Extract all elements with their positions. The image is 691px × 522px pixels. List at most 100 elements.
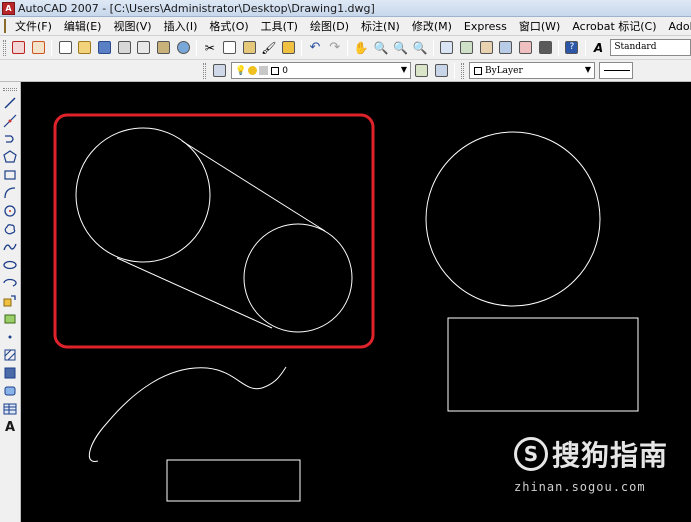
help-icon[interactable]: ? — [563, 39, 581, 57]
watermark-brand: 搜狗指南 — [552, 439, 669, 472]
text-style-icon[interactable]: A — [590, 39, 608, 57]
layers-toolbar: 💡 0 ▼ ByLayer ▼ — [0, 60, 691, 82]
chevron-down-icon: ▼ — [400, 65, 407, 74]
design-center-icon[interactable] — [458, 39, 476, 57]
menu-acrobat-markup[interactable]: Acrobat 标记(C) — [566, 18, 662, 34]
right-rectangle[interactable] — [447, 317, 639, 412]
zoom-previous-icon[interactable]: 🔍 — [411, 39, 429, 57]
gradient-tool-icon[interactable] — [2, 364, 18, 382]
plot-icon[interactable] — [174, 39, 192, 57]
print-preview-icon[interactable] — [135, 39, 153, 57]
pdf-email-icon[interactable] — [30, 39, 48, 57]
toolbar-grip[interactable] — [3, 88, 17, 91]
redo-icon[interactable]: ↷ — [326, 39, 344, 57]
point-tool-icon[interactable] — [2, 328, 18, 346]
layer-combo[interactable]: 💡 0 ▼ — [231, 62, 411, 79]
color-control-combo[interactable]: ByLayer ▼ — [469, 62, 595, 79]
menu-bar: 文件(F) 编辑(E) 视图(V) 插入(I) 格式(O) 工具(T) 绘图(D… — [0, 17, 691, 36]
make-object-layer-current-icon[interactable] — [412, 62, 430, 80]
calculator-icon[interactable] — [536, 39, 554, 57]
menu-edit[interactable]: 编辑(E) — [58, 18, 108, 34]
save-icon[interactable] — [96, 39, 114, 57]
upper-tangent-line[interactable] — [181, 140, 326, 232]
menu-format[interactable]: 格式(O) — [203, 18, 254, 34]
autocad-app-icon[interactable]: A — [2, 1, 15, 15]
pan-icon[interactable]: ✋ — [352, 39, 370, 57]
toolbar-separator — [584, 39, 586, 56]
large-pulley-circle[interactable] — [75, 127, 211, 263]
pdf-convert-icon[interactable] — [10, 39, 28, 57]
layer-name: 0 — [282, 65, 288, 76]
sogou-logo-icon: S — [514, 437, 548, 471]
zoom-realtime-icon[interactable]: 🔍 — [372, 39, 390, 57]
menu-express[interactable]: Express — [458, 20, 513, 33]
menu-dimension[interactable]: 标注(N) — [355, 18, 406, 34]
print-icon[interactable] — [115, 39, 133, 57]
lower-tangent-line[interactable] — [116, 257, 273, 329]
layer-freeze-icon — [248, 66, 258, 75]
standard-toolbar: ✂ 🖌 ↶ ↷ ✋ 🔍 🔍 🔍 ? A Standard — [0, 36, 691, 60]
menu-modify[interactable]: 修改(M) — [406, 18, 458, 34]
spline-curve[interactable] — [88, 366, 287, 462]
sogou-watermark: S 搜狗指南 — [514, 434, 668, 474]
menu-insert[interactable]: 插入(I) — [158, 18, 204, 34]
menu-file[interactable]: 文件(F) — [9, 18, 58, 34]
circle-tool-icon[interactable] — [2, 202, 18, 220]
menu-adobe-pdf[interactable]: Adobe PDF(B) — [663, 20, 691, 33]
tool-palettes-icon[interactable] — [477, 39, 495, 57]
toolbar-separator — [301, 39, 303, 56]
new-file-icon[interactable] — [56, 39, 74, 57]
ellipse-arc-tool-icon[interactable] — [2, 274, 18, 292]
properties-icon[interactable] — [438, 39, 456, 57]
document-icon[interactable] — [4, 19, 6, 33]
toolbar-grip[interactable] — [203, 62, 206, 79]
bottom-rectangle[interactable] — [166, 459, 301, 502]
spline-tool-icon[interactable] — [2, 238, 18, 256]
watermark-url: zhinan.sogou.com — [514, 480, 646, 494]
toolbar-separator — [558, 39, 560, 56]
ellipse-tool-icon[interactable] — [2, 256, 18, 274]
rectangle-tool-icon[interactable] — [2, 166, 18, 184]
revision-cloud-tool-icon[interactable] — [2, 220, 18, 238]
menu-window[interactable]: 窗口(W) — [513, 18, 566, 34]
polygon-tool-icon[interactable] — [2, 148, 18, 166]
toolbar-grip[interactable] — [3, 39, 6, 56]
multiline-text-tool-icon[interactable]: A — [2, 418, 18, 436]
layer-color-icon — [271, 66, 280, 75]
region-tool-icon[interactable] — [2, 382, 18, 400]
toolbar-grip[interactable] — [461, 62, 464, 79]
layer-on-icon: 💡 — [235, 65, 247, 76]
menu-tools[interactable]: 工具(T) — [255, 18, 304, 34]
standalone-circle[interactable] — [425, 131, 601, 307]
linetype-control-combo[interactable] — [599, 62, 633, 79]
make-block-tool-icon[interactable] — [2, 310, 18, 328]
line-tool-icon[interactable] — [2, 94, 18, 112]
menu-draw[interactable]: 绘图(D) — [304, 18, 355, 34]
draw-toolbar: A — [0, 82, 21, 522]
table-tool-icon[interactable] — [2, 400, 18, 418]
polyline-tool-icon[interactable] — [2, 130, 18, 148]
small-pulley-circle[interactable] — [243, 223, 353, 333]
toolbar-separator — [347, 39, 349, 56]
arc-tool-icon[interactable] — [2, 184, 18, 202]
block-editor-icon[interactable] — [280, 39, 298, 57]
hatch-tool-icon[interactable] — [2, 346, 18, 364]
publish-icon[interactable] — [155, 39, 173, 57]
open-folder-icon[interactable] — [76, 39, 94, 57]
color-swatch-icon — [474, 66, 482, 75]
sheet-set-icon[interactable] — [497, 39, 515, 57]
menu-view[interactable]: 视图(V) — [107, 18, 157, 34]
undo-icon[interactable]: ↶ — [306, 39, 324, 57]
copy-icon[interactable] — [221, 39, 239, 57]
markup-set-icon[interactable] — [517, 39, 535, 57]
insert-block-tool-icon[interactable] — [2, 292, 18, 310]
match-properties-icon[interactable]: 🖌 — [260, 39, 278, 57]
construction-line-tool-icon[interactable] — [2, 112, 18, 130]
zoom-window-icon[interactable]: 🔍 — [392, 39, 410, 57]
layer-previous-icon[interactable] — [432, 62, 450, 80]
chevron-down-icon: ▼ — [584, 65, 591, 74]
cut-icon[interactable]: ✂ — [201, 39, 219, 57]
paste-icon[interactable] — [240, 39, 258, 57]
text-style-combo[interactable]: Standard — [610, 39, 691, 56]
layer-manager-icon[interactable] — [210, 62, 228, 80]
